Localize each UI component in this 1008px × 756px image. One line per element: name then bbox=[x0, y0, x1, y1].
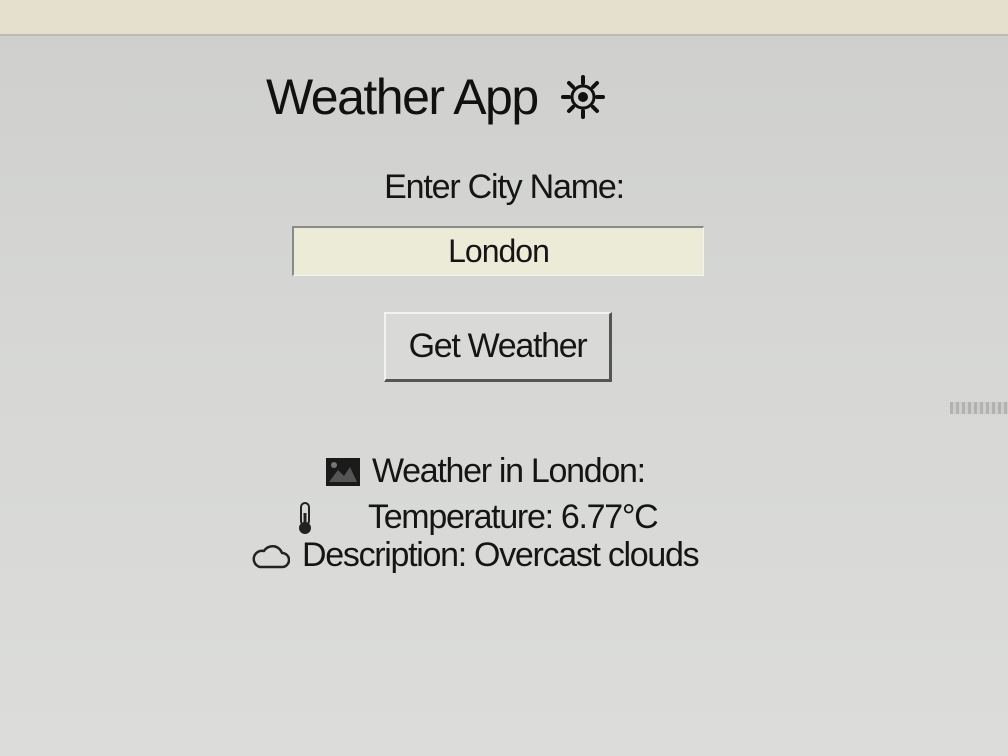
temperature-text: Temperature: 6.77°C bbox=[368, 498, 659, 536]
description-text: Description: Overcast clouds bbox=[302, 536, 700, 574]
gear-sun-icon bbox=[560, 75, 605, 119]
top-bar bbox=[0, 0, 1008, 36]
city-label: Enter City Name: bbox=[0, 168, 1008, 207]
thermometer-icon bbox=[299, 501, 311, 534]
app-window bbox=[0, 36, 1008, 756]
city-label-text: Enter City Name: bbox=[384, 168, 625, 206]
cloud-icon bbox=[252, 544, 290, 568]
title-row: Weather App bbox=[266, 68, 606, 126]
description-line: Description: Overcast clouds bbox=[252, 536, 700, 575]
result-heading: Weather in London: bbox=[372, 452, 646, 490]
result-heading-line: Weather in London: bbox=[326, 452, 646, 491]
app-title: Weather App bbox=[266, 69, 539, 125]
screen-artifact bbox=[950, 402, 1008, 414]
temperature-line: Temperature: 6.77°C bbox=[294, 498, 659, 537]
map-icon bbox=[326, 457, 360, 486]
get-weather-button[interactable]: Get Weather bbox=[384, 312, 612, 382]
city-input[interactable] bbox=[292, 226, 704, 276]
